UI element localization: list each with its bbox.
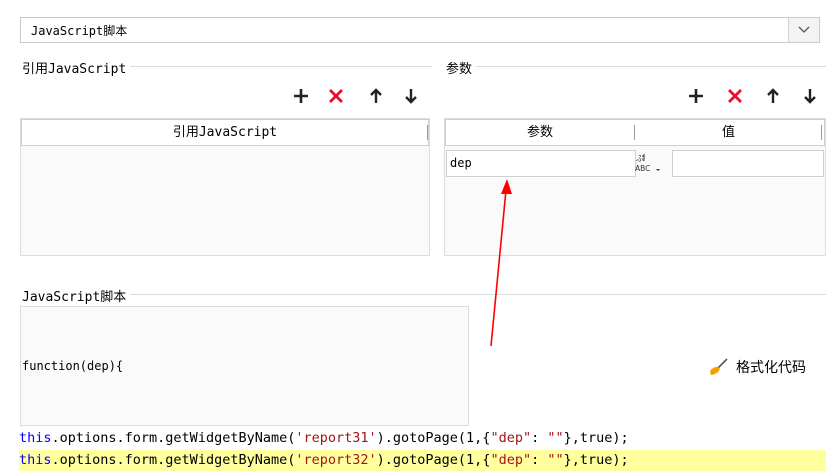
code-text: ).gotoPage(1,{ — [376, 430, 491, 446]
dropdown-button[interactable] — [788, 18, 819, 42]
ref-move-down-button[interactable] — [401, 86, 421, 106]
param-move-down-button[interactable] — [800, 86, 820, 106]
add-icon — [689, 89, 703, 103]
script-group-header: JavaScript脚本 — [22, 286, 826, 305]
code-string: "dep" — [490, 452, 532, 468]
code-string: "" — [547, 452, 564, 468]
code-keyword: this — [19, 430, 52, 446]
script-group-title: JavaScript脚本 — [22, 286, 131, 305]
code-text: : — [531, 452, 548, 468]
ref-group-title: 引用JavaScript — [22, 58, 131, 77]
move-down-icon — [405, 89, 417, 104]
ref-group-header: 引用JavaScript — [22, 58, 432, 77]
code-line-2[interactable]: this.options.form.getWidgetByName('repor… — [19, 450, 826, 471]
move-up-icon — [767, 88, 779, 103]
param-grid[interactable]: 参数 值 dep ぷ ABC — [444, 118, 826, 256]
code-string: 'report31' — [295, 430, 377, 446]
code-string: 'report32' — [295, 452, 377, 468]
code-line-1[interactable]: this.options.form.getWidgetByName('repor… — [19, 428, 826, 449]
code-text: .options.form.getWidgetByName( — [51, 452, 296, 468]
code-keyword: this — [19, 452, 52, 468]
ref-column-header[interactable]: 引用JavaScript — [21, 119, 429, 146]
param-name-header[interactable]: 参数 — [446, 120, 634, 145]
ref-grid[interactable]: 引用JavaScript — [20, 118, 430, 256]
code-text: : — [531, 430, 548, 446]
script-type-select[interactable]: JavaScript脚本 — [20, 17, 820, 43]
code-text: },true); — [563, 452, 629, 468]
param-value-header[interactable]: 值 — [636, 120, 821, 145]
param-add-button[interactable] — [686, 86, 706, 106]
code-text: .options.form.getWidgetByName( — [51, 430, 296, 446]
script-type-value: JavaScript脚本 — [31, 24, 128, 38]
delete-icon — [329, 89, 343, 103]
param-move-up-button[interactable] — [763, 86, 783, 106]
chevron-down-icon — [798, 26, 810, 33]
svg-text:ABC: ABC — [635, 164, 650, 173]
param-group-title: 参数 — [446, 58, 477, 77]
delete-icon — [728, 89, 742, 103]
abc-type-icon: ぷ ABC — [635, 154, 660, 173]
code-text: ).gotoPage(1,{ — [376, 452, 491, 468]
format-code-label: 格式化代码 — [736, 360, 806, 376]
param-delete-button[interactable] — [725, 86, 745, 106]
ref-column-label: 引用JavaScript — [172, 125, 278, 140]
param-name-cell[interactable]: dep — [446, 150, 636, 177]
function-signature-box: function(dep){ — [20, 306, 469, 426]
param-name-value: dep — [450, 156, 472, 170]
param-value-cell[interactable] — [672, 150, 824, 177]
function-signature: function(dep){ — [22, 359, 124, 373]
broom-icon — [710, 358, 728, 375]
move-up-icon — [370, 88, 382, 103]
code-string: "" — [547, 430, 564, 446]
param-type-selector[interactable]: ぷ ABC — [634, 150, 672, 177]
param-column-headers: 参数 值 — [445, 119, 825, 146]
ref-move-up-button[interactable] — [366, 86, 386, 106]
code-string: "dep" — [490, 430, 532, 446]
ref-delete-button[interactable] — [326, 86, 346, 106]
svg-text:ぷ: ぷ — [636, 154, 644, 163]
move-down-icon — [804, 89, 816, 104]
param-group-header: 参数 — [446, 58, 826, 77]
add-icon — [294, 89, 308, 103]
ref-add-button[interactable] — [291, 86, 311, 106]
code-text: },true); — [563, 430, 629, 446]
